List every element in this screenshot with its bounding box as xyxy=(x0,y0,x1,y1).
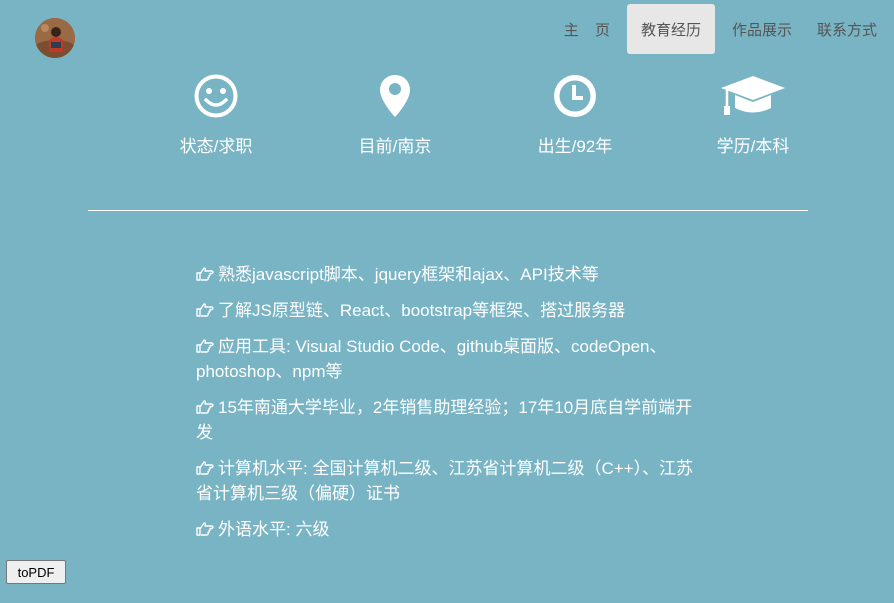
info-birth-label: 出生/92年 xyxy=(537,137,613,156)
nav-item-education[interactable]: 教育经历 xyxy=(626,4,715,54)
smiley-icon xyxy=(146,72,286,120)
info-status: 状态/求职 xyxy=(146,72,286,157)
topdf-button[interactable]: toPDF xyxy=(6,560,66,584)
info-location: 目前/南京 xyxy=(325,72,465,157)
list-item: 熟悉javascript脚本、jquery框架和ajax、API技术等 xyxy=(196,262,706,287)
graduation-cap-icon xyxy=(683,72,823,120)
hand-point-right-icon xyxy=(196,518,214,536)
hand-point-right-icon xyxy=(196,299,214,317)
main-nav: 主 页 教育经历 作品展示 联系方式 xyxy=(547,4,885,54)
list-item: 外语水平: 六级 xyxy=(196,517,706,542)
skill-text: 计算机水平: 全国计算机二级、江苏省计算机二级（C++）、江苏省计算机三级（偏硬… xyxy=(196,459,694,503)
skill-text: 熟悉javascript脚本、jquery框架和ajax、API技术等 xyxy=(218,265,599,284)
skills-list: 熟悉javascript脚本、jquery框架和ajax、API技术等 了解JS… xyxy=(196,262,706,553)
nav-item-home[interactable]: 主 页 xyxy=(556,4,618,54)
clock-icon xyxy=(505,72,645,120)
list-item: 应用工具: Visual Studio Code、github桌面版、codeO… xyxy=(196,334,706,384)
hand-point-right-icon xyxy=(196,335,214,353)
info-education: 学历/本科 xyxy=(683,72,823,157)
hand-point-right-icon xyxy=(196,457,214,475)
info-status-label: 状态/求职 xyxy=(179,137,253,156)
info-education-label: 学历/本科 xyxy=(716,137,790,156)
skill-text: 应用工具: Visual Studio Code、github桌面版、codeO… xyxy=(196,337,667,381)
skill-text: 了解JS原型链、React、bootstrap等框架、搭过服务器 xyxy=(218,301,626,320)
nav-item-works[interactable]: 作品展示 xyxy=(724,4,800,54)
info-birth: 出生/92年 xyxy=(505,72,645,157)
hand-point-right-icon xyxy=(196,396,214,414)
nav-item-contact[interactable]: 联系方式 xyxy=(809,4,885,54)
skill-text: 15年南通大学毕业，2年销售助理经验；17年10月底自学前端开发 xyxy=(196,398,693,442)
list-item: 计算机水平: 全国计算机二级、江苏省计算机二级（C++）、江苏省计算机三级（偏硬… xyxy=(196,456,706,506)
list-item: 15年南通大学毕业，2年销售助理经验；17年10月底自学前端开发 xyxy=(196,395,706,445)
skill-text: 外语水平: 六级 xyxy=(218,520,330,539)
avatar xyxy=(35,18,75,58)
info-row: 状态/求职 目前/南京 出生/92年 学历/本科 xyxy=(0,72,894,162)
map-marker-icon xyxy=(325,72,465,120)
hand-point-right-icon xyxy=(196,263,214,281)
divider xyxy=(88,210,808,211)
list-item: 了解JS原型链、React、bootstrap等框架、搭过服务器 xyxy=(196,298,706,323)
info-location-label: 目前/南京 xyxy=(358,137,432,156)
